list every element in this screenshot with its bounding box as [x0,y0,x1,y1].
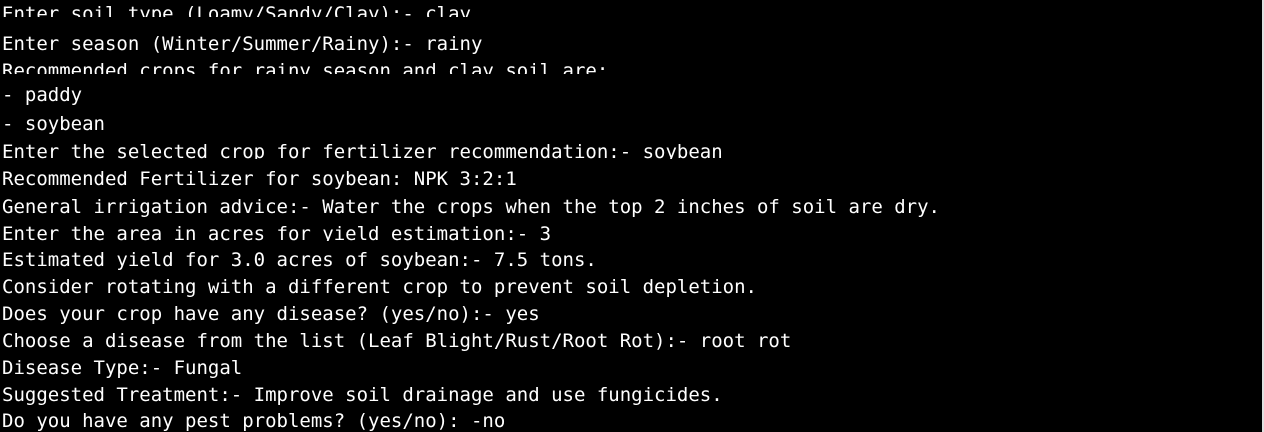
terminal-window[interactable]: Enter soil type (Loamy/Sandy/Clay):- cla… [0,0,1264,432]
terminal-line: Consider rotating with a different crop … [2,276,757,298]
terminal-line: Choose a disease from the list (Leaf Bli… [2,330,792,352]
terminal-line: Suggested Treatment:- Improve soil drain… [2,384,723,406]
terminal-line: Recommended Fertilizer for soybean: NPK … [2,168,517,190]
terminal-line: Do you have any pest problems? (yes/no):… [2,410,506,432]
terminal-line: - soybean [2,113,105,135]
terminal-line: Enter soil type (Loamy/Sandy/Clay):- cla… [2,3,471,17]
terminal-line: Does your crop have any disease? (yes/no… [2,303,540,325]
terminal-line: Disease Type:- Fungal [2,357,243,379]
terminal-line: Enter season (Winter/Summer/Rainy):- rai… [2,33,483,55]
terminal-line: Enter the selected crop for fertilizer r… [2,141,723,159]
terminal-line: General irrigation advice:- Water the cr… [2,196,940,218]
terminal-line: Recommended crops for rainy season and c… [2,60,609,74]
terminal-line: Enter the area in acres for yield estima… [2,223,552,241]
terminal-line: Estimated yield for 3.0 acres of soybean… [2,249,597,271]
terminal-line: - paddy [2,84,83,106]
